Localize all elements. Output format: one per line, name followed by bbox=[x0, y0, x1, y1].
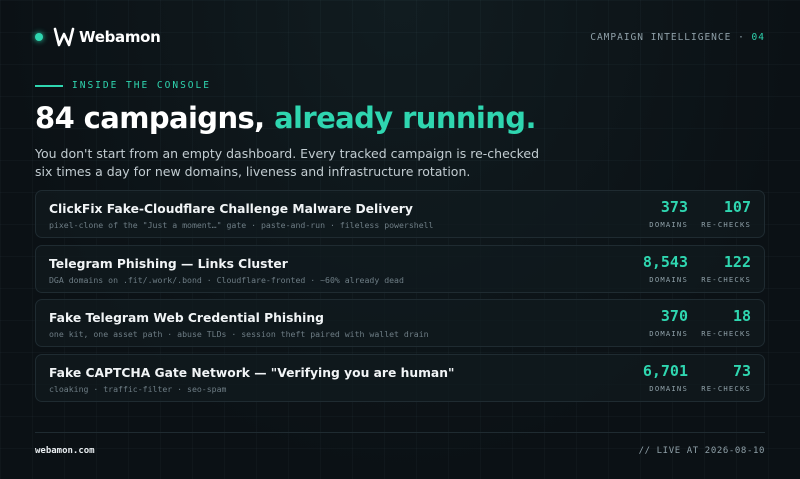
campaign-tags: DGA domains on .fit/.work/.bond · Cloudf… bbox=[49, 274, 404, 285]
campaign-title: Fake Telegram Web Credential Phishing bbox=[49, 311, 324, 326]
domains-label: DOMAINS bbox=[649, 220, 688, 229]
section-label-text: CAMPAIGN INTELLIGENCE bbox=[590, 32, 732, 43]
domains-stat: 370 DOMAINS bbox=[649, 307, 688, 339]
rechecks-label: RE-CHECKS bbox=[701, 274, 751, 284]
rechecks-stat: 18 RE-CHECKS bbox=[701, 307, 751, 339]
campaign-tags: cloaking · traffic-filter · seo-spam bbox=[49, 383, 227, 394]
section-label-separator: · bbox=[738, 32, 745, 43]
footer-site-link[interactable]: webamon.com bbox=[35, 446, 95, 456]
rechecks-count: 18 bbox=[732, 307, 751, 326]
rechecks-count: 73 bbox=[732, 361, 751, 380]
brand-name: Webamon bbox=[79, 28, 161, 46]
domains-label: DOMAINS bbox=[649, 274, 688, 284]
eyebrow: INSIDE THE CONSOLE bbox=[35, 80, 211, 91]
campaign-card[interactable]: Telegram Phishing — Links Cluster DGA do… bbox=[35, 244, 765, 293]
campaign-list: ClickFix Fake-Cloudflare Challenge Malwa… bbox=[35, 190, 765, 408]
domains-stat: 373 DOMAINS bbox=[649, 198, 688, 230]
campaign-tags: pixel-clone of the "Just a moment…" gate… bbox=[49, 220, 434, 230]
page-title-prefix: 84 campaigns, bbox=[35, 101, 275, 135]
footer-divider bbox=[35, 432, 765, 433]
rechecks-count: 122 bbox=[723, 252, 751, 271]
domains-count: 6,701 bbox=[642, 361, 688, 380]
domains-count: 373 bbox=[660, 198, 688, 216]
rechecks-stat: 73 RE-CHECKS bbox=[701, 361, 751, 393]
domains-count: 370 bbox=[660, 307, 688, 326]
rechecks-stat: 107 RE-CHECKS bbox=[701, 198, 751, 230]
page-title-accent: already running. bbox=[274, 101, 536, 135]
eyebrow-text: INSIDE THE CONSOLE bbox=[72, 80, 211, 91]
campaign-tags: one kit, one asset path · abuse TLDs · s… bbox=[49, 329, 429, 340]
rechecks-label: RE-CHECKS bbox=[701, 220, 751, 229]
domains-label: DOMAINS bbox=[649, 329, 688, 339]
brand[interactable]: Webamon bbox=[35, 26, 161, 48]
status-dot-icon bbox=[35, 33, 43, 41]
domains-label: DOMAINS bbox=[649, 383, 688, 393]
rechecks-label: RE-CHECKS bbox=[701, 383, 751, 393]
campaign-title: Telegram Phishing — Links Cluster bbox=[49, 256, 288, 271]
campaign-card[interactable]: Fake CAPTCHA Gate Network — "Verifying y… bbox=[35, 353, 765, 402]
page-title: 84 campaigns, already running. bbox=[35, 101, 536, 135]
section-number: 04 bbox=[751, 32, 765, 43]
campaign-card[interactable]: ClickFix Fake-Cloudflare Challenge Malwa… bbox=[35, 190, 765, 238]
rechecks-count: 107 bbox=[723, 198, 751, 216]
campaign-title: Fake CAPTCHA Gate Network — "Verifying y… bbox=[49, 365, 455, 380]
eyebrow-rule bbox=[35, 84, 63, 87]
page-subtitle: You don't start from an empty dashboard.… bbox=[35, 146, 540, 179]
domains-stat: 8,543 DOMAINS bbox=[642, 252, 688, 284]
campaign-card[interactable]: Fake Telegram Web Credential Phishing on… bbox=[35, 299, 765, 348]
rechecks-stat: 122 RE-CHECKS bbox=[701, 252, 751, 284]
domains-count: 8,543 bbox=[642, 252, 688, 271]
domains-stat: 6,701 DOMAINS bbox=[642, 361, 688, 393]
rechecks-label: RE-CHECKS bbox=[701, 329, 751, 339]
webamon-logo-icon bbox=[53, 27, 75, 47]
live-status: // LIVE AT 2026-08-10 bbox=[638, 446, 765, 456]
section-label: CAMPAIGN INTELLIGENCE · 04 bbox=[590, 32, 765, 43]
campaign-title: ClickFix Fake-Cloudflare Challenge Malwa… bbox=[49, 202, 413, 216]
